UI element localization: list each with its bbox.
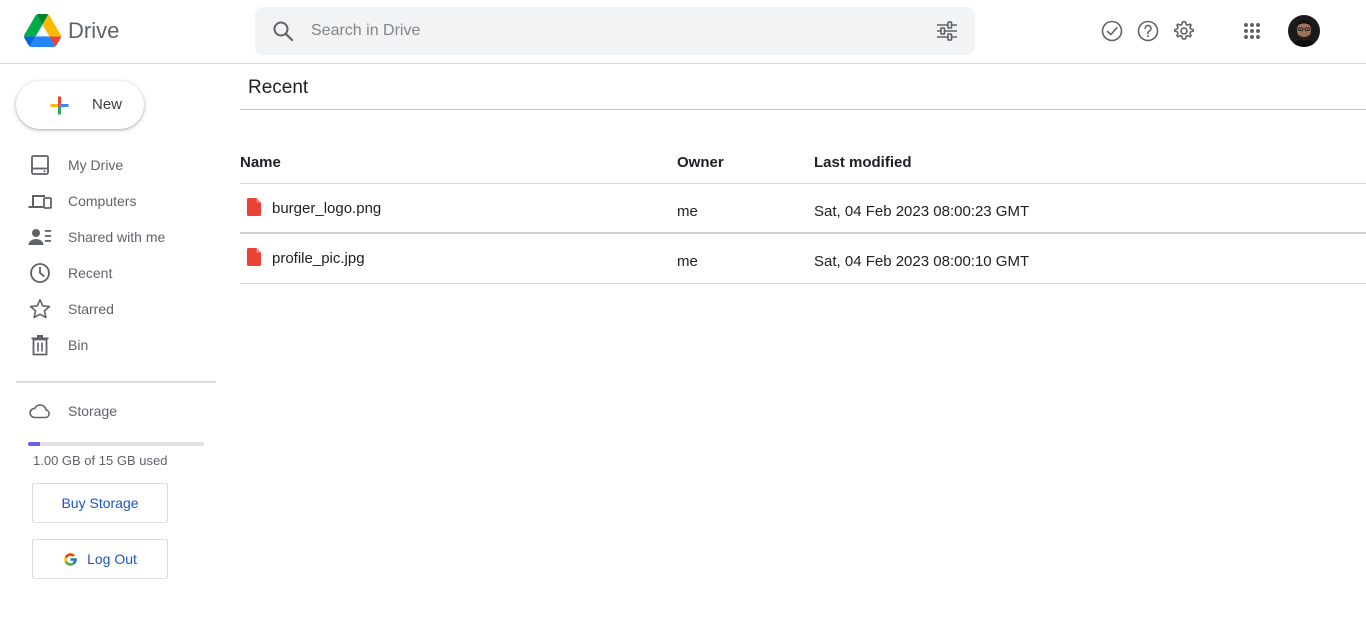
buy-storage-label: Buy Storage bbox=[61, 495, 139, 511]
file-last-modified: Sat, 04 Feb 2023 08:00:23 GMT bbox=[814, 203, 1030, 220]
sidebar-item-storage[interactable]: Storage bbox=[0, 393, 216, 429]
sidebar-item-label: Computers bbox=[68, 193, 137, 209]
drive-logo[interactable]: Drive bbox=[24, 14, 119, 47]
ready-for-offline-icon[interactable] bbox=[1100, 19, 1124, 43]
app-name: Drive bbox=[68, 18, 120, 43]
star-icon bbox=[29, 299, 51, 319]
file-name[interactable]: burger_logo.png bbox=[272, 200, 381, 217]
search-options-icon[interactable] bbox=[935, 19, 959, 43]
new-button[interactable]: New bbox=[16, 81, 144, 129]
apps-grid-icon[interactable] bbox=[1240, 19, 1264, 43]
storage-usage-fill bbox=[28, 442, 40, 446]
drive-icon bbox=[31, 155, 49, 175]
search-icon[interactable] bbox=[271, 19, 295, 43]
file-owner: me bbox=[677, 253, 698, 270]
storage-label: Storage bbox=[68, 403, 118, 419]
computers-icon bbox=[28, 195, 52, 209]
sidebar-item-label: Shared with me bbox=[68, 229, 166, 245]
sidebar-item-label: Recent bbox=[68, 265, 113, 281]
clock-icon bbox=[30, 263, 50, 283]
google-g-icon bbox=[64, 552, 77, 566]
new-button-label: New bbox=[92, 96, 123, 113]
storage-usage-text: 1.00 GB of 15 GB used bbox=[33, 453, 168, 468]
drive-logo-icon bbox=[24, 14, 61, 47]
profile-photo bbox=[1288, 15, 1320, 47]
sidebar-item-starred[interactable]: Starred bbox=[0, 291, 216, 327]
column-header-name[interactable]: Name bbox=[240, 154, 281, 171]
column-header-owner[interactable]: Owner bbox=[677, 154, 724, 171]
search-input[interactable] bbox=[311, 7, 911, 55]
sidebar-item-my-drive[interactable]: My Drive bbox=[0, 147, 216, 183]
sidebar-divider bbox=[16, 381, 216, 383]
file-name[interactable]: profile_pic.jpg bbox=[272, 250, 365, 267]
cloud-icon bbox=[29, 404, 50, 419]
table-row[interactable]: burger_logo.png me Sat, 04 Feb 2023 08:0… bbox=[240, 184, 1366, 234]
sidebar-item-label: Starred bbox=[68, 301, 114, 317]
image-file-icon bbox=[247, 198, 261, 216]
help-icon[interactable] bbox=[1136, 19, 1160, 43]
plus-icon bbox=[50, 96, 69, 115]
storage-usage-bar bbox=[28, 442, 204, 446]
sidebar-item-label: Bin bbox=[68, 337, 89, 353]
sidebar-item-shared-with-me[interactable]: Shared with me bbox=[0, 219, 216, 255]
sidebar-item-recent[interactable]: Recent bbox=[0, 255, 216, 291]
sidebar-item-bin[interactable]: Bin bbox=[0, 327, 216, 363]
search-bar bbox=[255, 7, 975, 55]
log-out-label: Log Out bbox=[87, 551, 137, 567]
sidebar-nav: My Drive Computers Shared with me Recent… bbox=[0, 147, 216, 363]
table-row[interactable]: profile_pic.jpg me Sat, 04 Feb 2023 08:0… bbox=[240, 234, 1366, 284]
file-last-modified: Sat, 04 Feb 2023 08:00:10 GMT bbox=[814, 253, 1030, 270]
page-title: Recent bbox=[248, 77, 309, 98]
buy-storage-button[interactable]: Buy Storage bbox=[32, 483, 168, 523]
trash-icon bbox=[31, 335, 49, 356]
file-owner: me bbox=[677, 203, 698, 220]
settings-icon[interactable] bbox=[1172, 19, 1196, 43]
top-bar: Drive bbox=[0, 0, 1366, 64]
title-divider bbox=[240, 109, 1366, 110]
people-icon bbox=[28, 229, 51, 245]
log-out-button[interactable]: Log Out bbox=[32, 539, 168, 579]
avatar[interactable] bbox=[1288, 15, 1320, 47]
column-header-last-modified[interactable]: Last modified bbox=[814, 154, 912, 171]
sidebar-item-computers[interactable]: Computers bbox=[0, 183, 216, 219]
sidebar-item-label: My Drive bbox=[68, 157, 124, 173]
image-file-icon bbox=[247, 248, 261, 266]
